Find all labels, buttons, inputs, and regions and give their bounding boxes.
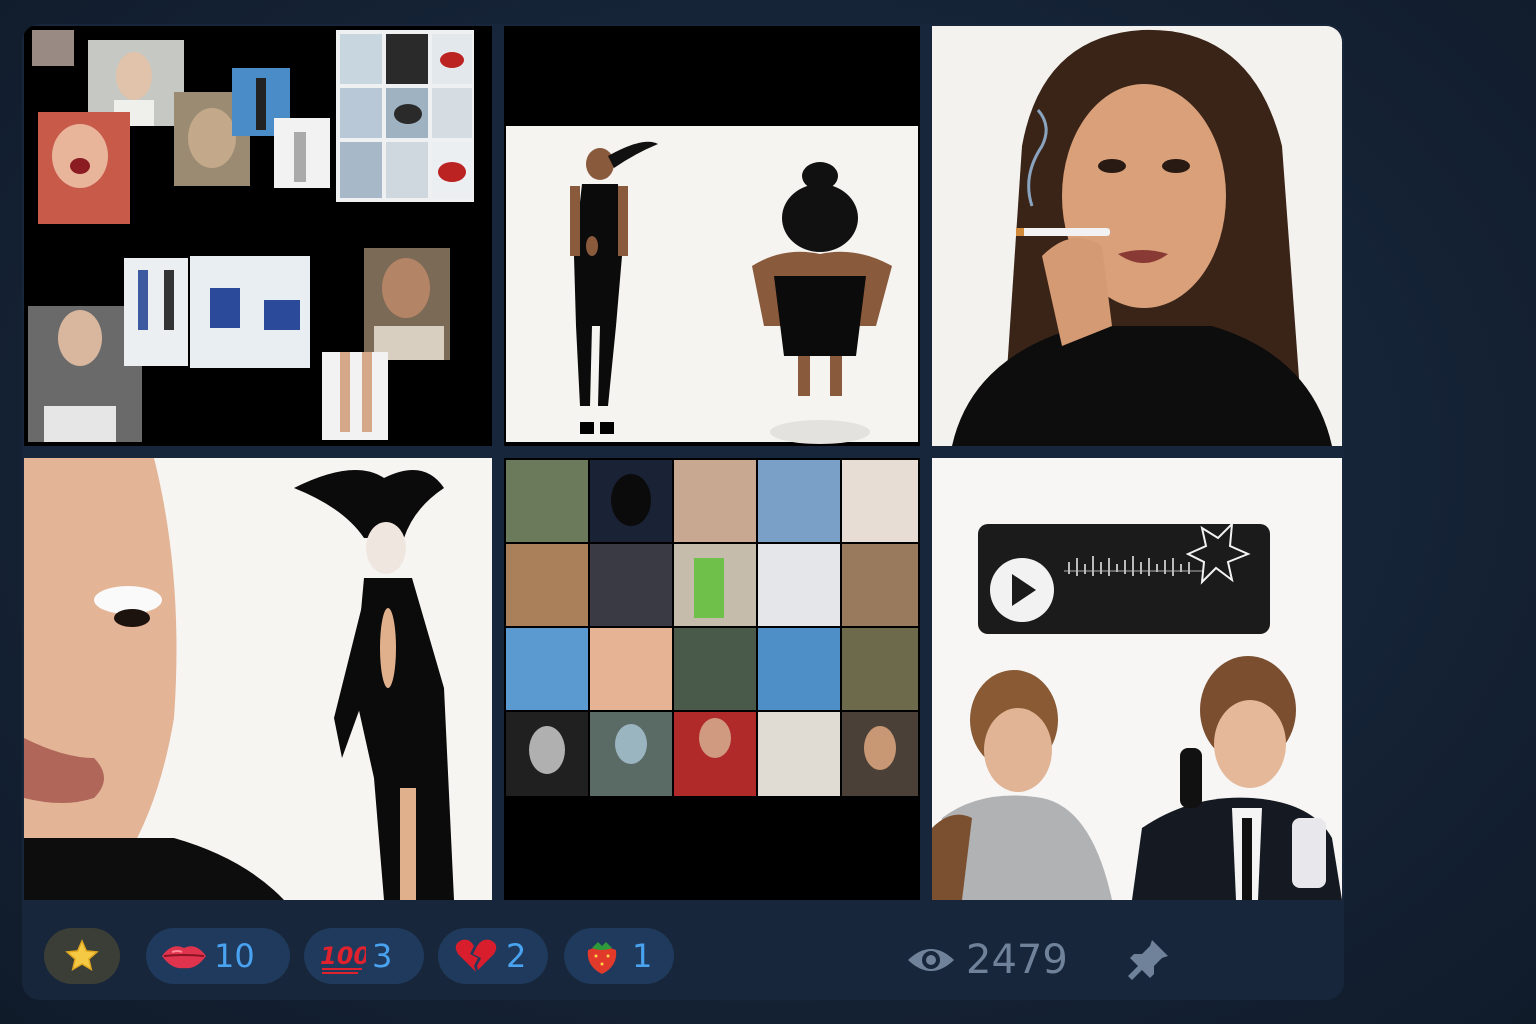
fashion-figures-image — [504, 26, 920, 446]
face-and-gown-image — [24, 458, 492, 900]
reaction-count: 1 — [632, 937, 653, 975]
portrait-smoking-image — [932, 26, 1342, 446]
collage-image — [24, 26, 492, 446]
album-photo-6[interactable] — [932, 458, 1342, 900]
photo-album — [22, 24, 1344, 904]
strawberry-icon — [587, 942, 617, 974]
album-photo-3[interactable] — [932, 26, 1342, 446]
album-photo-5[interactable] — [504, 458, 920, 900]
reaction-lips[interactable]: 10 — [146, 928, 290, 984]
view-counter: 2479 — [906, 934, 1068, 986]
hundred-icon: 100 — [320, 942, 366, 974]
voice-message-image — [932, 458, 1342, 900]
eye-icon — [908, 949, 954, 971]
pin-button[interactable] — [1122, 934, 1174, 986]
reaction-broken-heart[interactable]: 2 — [438, 928, 548, 984]
reaction-count: 3 — [372, 937, 393, 975]
reaction-strawberry[interactable]: 1 — [564, 928, 674, 984]
reaction-hundred[interactable]: 100 3 — [304, 928, 424, 984]
lips-icon — [162, 946, 206, 969]
pin-icon — [1128, 940, 1168, 980]
reaction-count: 10 — [214, 937, 255, 975]
broken-heart-icon — [455, 939, 497, 972]
album-photo-2[interactable] — [504, 26, 920, 446]
view-count: 2479 — [966, 937, 1068, 983]
star-icon — [65, 939, 99, 972]
portrait-grid-image — [504, 458, 920, 900]
svg-text:100: 100 — [320, 942, 366, 970]
reaction-count: 2 — [506, 937, 527, 975]
album-photo-4[interactable] — [24, 458, 492, 900]
channel-post: 10 100 3 2 1 2479 — [22, 24, 1344, 1000]
paid-reaction-button[interactable] — [44, 928, 120, 984]
post-footer: 10 100 3 2 1 2479 — [22, 904, 1344, 1000]
album-photo-1[interactable] — [24, 26, 492, 446]
